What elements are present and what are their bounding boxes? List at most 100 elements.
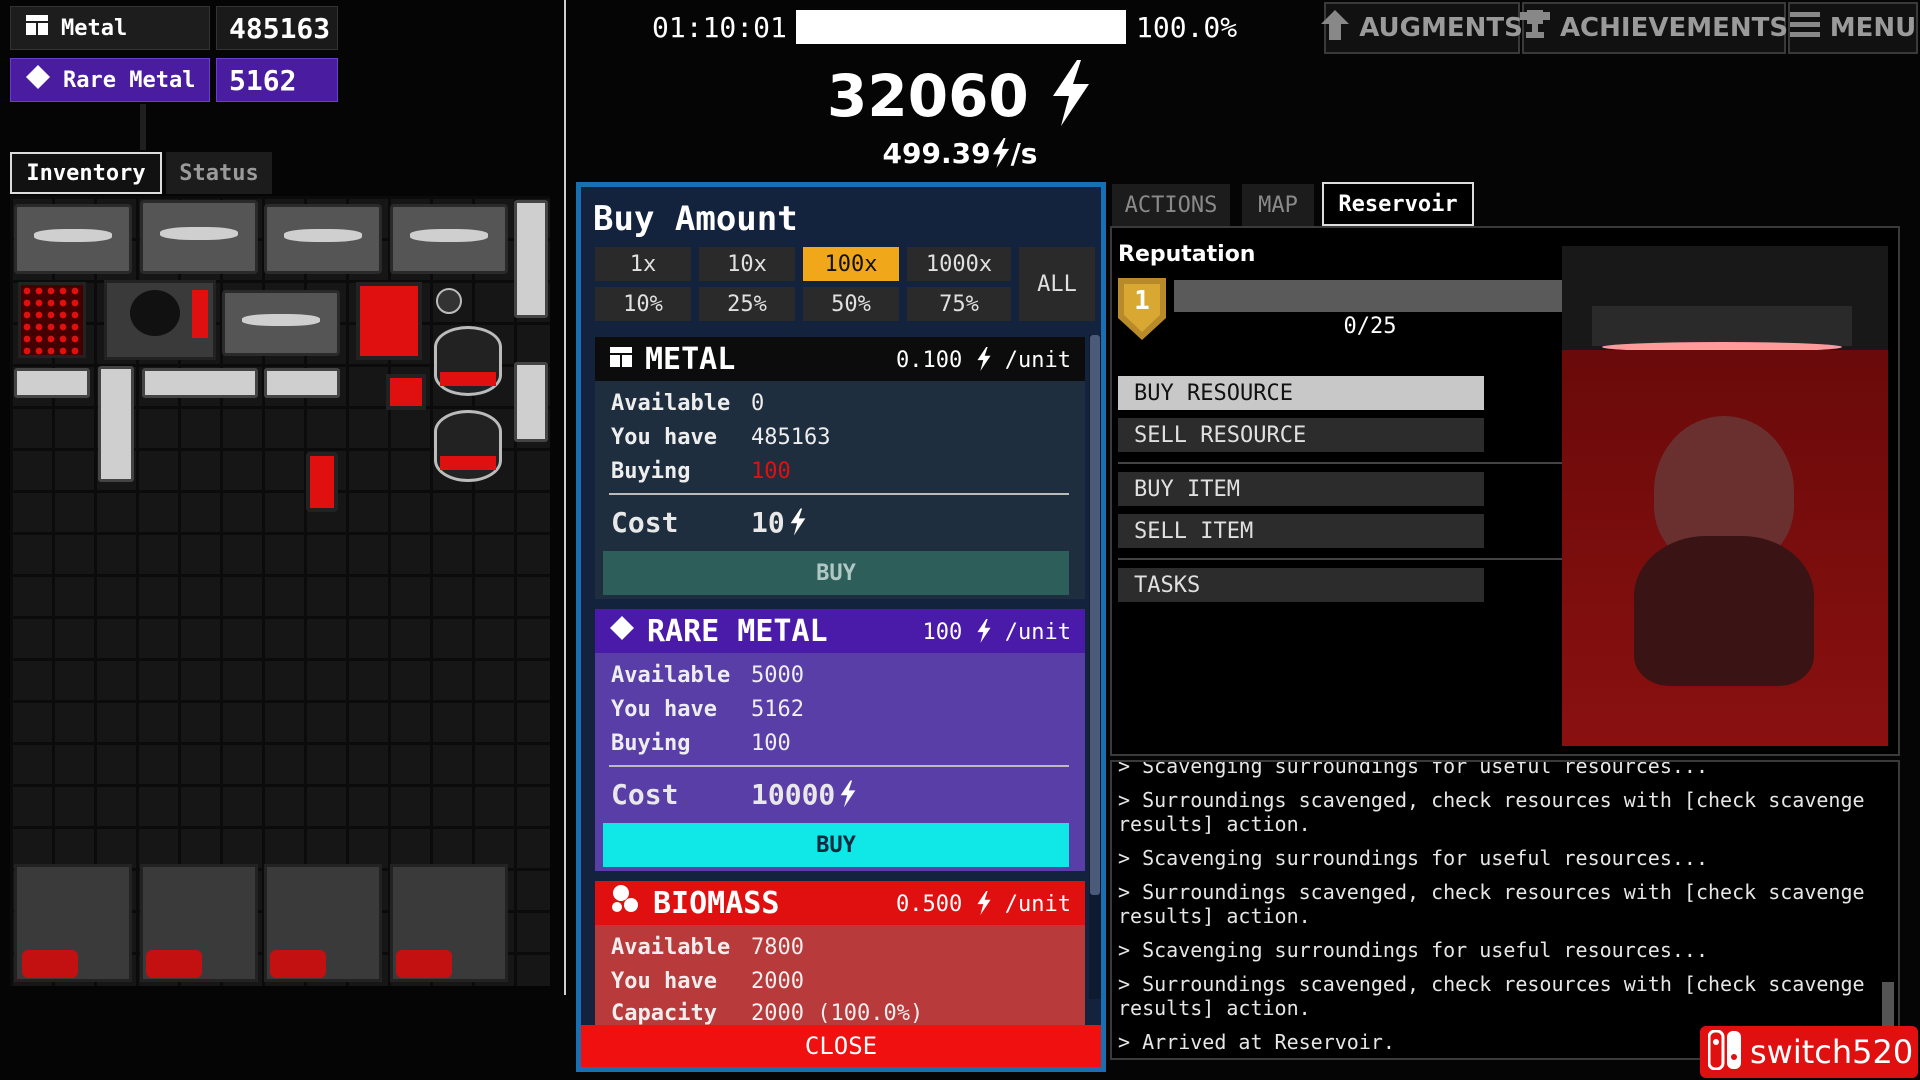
- npc-portrait: [1562, 246, 1888, 746]
- engine-red-bar: [192, 290, 208, 338]
- red-capsule-item[interactable]: [306, 452, 338, 512]
- menu-button[interactable]: MENU: [1788, 2, 1918, 54]
- biomass-icon: [609, 883, 641, 923]
- tab-map[interactable]: MAP: [1242, 184, 1314, 226]
- lightning-icon: [1049, 60, 1093, 130]
- metal-card-header: METAL 0.100 /unit: [595, 337, 1085, 381]
- rare-metal-card-title: RARE METAL: [647, 613, 828, 649]
- battery-red-cap: [22, 950, 78, 978]
- canister-item[interactable]: [514, 200, 548, 318]
- augments-label: AUGMENTS: [1359, 13, 1523, 43]
- amount-10pct-button[interactable]: 10%: [595, 287, 691, 321]
- biomass-available-label: Available: [611, 935, 731, 960]
- fan-item[interactable]: [390, 204, 508, 274]
- amount-50pct-button[interactable]: 50%: [803, 287, 899, 321]
- buy-amount-panel: Buy Amount 1x 10x 100x 1000x 10% 25% 50%…: [576, 182, 1106, 1072]
- scrollbar-thumb[interactable]: [1090, 335, 1100, 895]
- biomass-card: BIOMASS 0.500 /unit Available 7800 You ha…: [595, 881, 1085, 1029]
- portrait-lamp: [1592, 306, 1852, 346]
- sell-item-action[interactable]: SELL ITEM: [1118, 514, 1484, 548]
- amount-100x-button[interactable]: 100x: [803, 247, 899, 281]
- lightning-icon: [790, 508, 806, 536]
- coil-item[interactable]: [142, 368, 258, 398]
- npc-body: [1634, 536, 1814, 686]
- metal-available-value: 0: [751, 391, 765, 416]
- pipe-item[interactable]: [264, 368, 340, 398]
- fan-item[interactable]: [140, 200, 258, 274]
- timer-progress-fill: [796, 10, 1126, 44]
- wire-decoration: [140, 104, 146, 150]
- rare-metal-cost-value: 10000: [751, 778, 836, 811]
- tab-status[interactable]: Status: [166, 152, 272, 194]
- amount-75pct-button[interactable]: 75%: [907, 287, 1011, 321]
- biomass-price-unit: /unit: [1004, 891, 1071, 917]
- rare-metal-cost: Cost 10000: [611, 773, 1071, 817]
- amount-1000x-button[interactable]: 1000x: [907, 247, 1011, 281]
- menu-label: MENU: [1829, 13, 1917, 43]
- red-valve-item[interactable]: [386, 374, 426, 410]
- arrow-up-icon: [1321, 9, 1350, 47]
- augments-button[interactable]: AUGMENTS: [1321, 2, 1523, 54]
- fan-item[interactable]: [264, 204, 382, 274]
- metal-available-label: Available: [611, 391, 731, 416]
- log-line: > Surroundings scavenged, check resource…: [1118, 788, 1865, 836]
- log-line: > Scavenging surroundings for useful res…: [1118, 846, 1709, 870]
- metal-buy-button[interactable]: BUY: [603, 551, 1069, 595]
- metal-have-row: You have 485163: [611, 425, 830, 450]
- amount-25pct-button[interactable]: 25%: [699, 287, 795, 321]
- barrel-red-band: [440, 456, 496, 470]
- fan-item[interactable]: [222, 290, 340, 356]
- biomass-price: 0.500 /unit: [896, 890, 1071, 917]
- tab-actions[interactable]: ACTIONS: [1112, 184, 1230, 226]
- red-module-item[interactable]: [356, 282, 422, 360]
- energy-rate-value: 499.39: [882, 137, 991, 170]
- metal-resource-label: Metal: [10, 6, 210, 50]
- biomass-card-header: BIOMASS 0.500 /unit: [595, 881, 1085, 925]
- tab-inventory[interactable]: Inventory: [10, 152, 162, 194]
- fan-item[interactable]: [14, 204, 132, 274]
- game-timer: 01:10:01: [652, 11, 787, 44]
- pipe-item[interactable]: [14, 368, 90, 398]
- sell-resource-action[interactable]: SELL RESOURCE: [1118, 418, 1484, 452]
- biomass-have-label: You have: [611, 969, 717, 994]
- amount-1x-button[interactable]: 1x: [595, 247, 691, 281]
- metal-price: 0.100 /unit: [896, 346, 1071, 373]
- metal-available-row: Available 0: [611, 391, 764, 416]
- red-barrel-item[interactable]: [434, 410, 502, 482]
- rare-metal-price-value: 100: [922, 619, 963, 645]
- amount-all-button[interactable]: ALL: [1019, 247, 1095, 321]
- amount-10x-button[interactable]: 10x: [699, 247, 795, 281]
- biomass-have-value: 2000: [751, 969, 804, 994]
- biomass-capacity-row: Capacity 2000 (100.0%): [611, 1001, 923, 1026]
- buy-resource-action[interactable]: BUY RESOURCE: [1118, 376, 1484, 410]
- buy-amount-title: Buy Amount: [593, 199, 798, 239]
- log-line: > Surroundings scavenged, check resource…: [1118, 972, 1865, 1020]
- message-log[interactable]: > Scavenging surroundings for useful res…: [1110, 760, 1900, 1060]
- tank-item[interactable]: [514, 362, 548, 442]
- pipe-item[interactable]: [98, 366, 134, 482]
- rare-metal-resource: Rare Metal 5162: [10, 58, 338, 104]
- metal-card-title: METAL: [645, 341, 736, 377]
- red-grid-item[interactable]: [18, 282, 86, 358]
- rare-metal-buy-button[interactable]: BUY: [603, 823, 1069, 867]
- log-line: > Scavenging surroundings for useful res…: [1118, 938, 1709, 962]
- buy-item-action[interactable]: BUY ITEM: [1118, 472, 1484, 506]
- lightning-icon: [976, 890, 991, 915]
- metal-divider: [609, 493, 1069, 495]
- rare-metal-label-box: Rare Metal: [10, 58, 210, 102]
- energy-value: 32060: [827, 62, 1029, 130]
- reputation-label: Reputation: [1118, 242, 1256, 267]
- buy-panel-scrollbar[interactable]: [1089, 335, 1101, 999]
- lightning-icon: [991, 137, 1011, 170]
- tasks-action[interactable]: TASKS: [1118, 568, 1484, 602]
- rare-metal-card-header: RARE METAL 100 /unit: [595, 609, 1085, 653]
- metal-have-label: You have: [611, 425, 717, 450]
- rare-metal-have-label: You have: [611, 697, 717, 722]
- tab-reservoir[interactable]: Reservoir: [1322, 182, 1474, 226]
- biomass-have-row: You have 2000: [611, 969, 804, 994]
- metal-buying-label: Buying: [611, 459, 691, 484]
- sensor-item[interactable]: [436, 288, 462, 314]
- reputation-progress-track: [1174, 280, 1566, 312]
- close-button[interactable]: CLOSE: [581, 1025, 1101, 1067]
- achievements-button[interactable]: ACHIEVEMENTS: [1519, 2, 1788, 54]
